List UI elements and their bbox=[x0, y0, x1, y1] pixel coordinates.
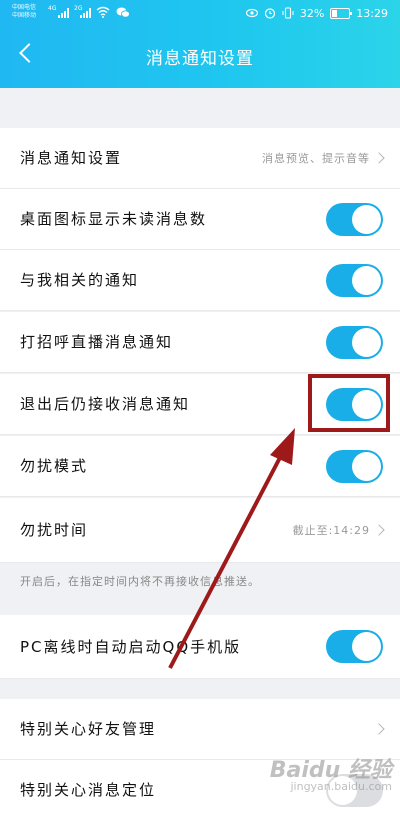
setting-value: 消息预览、提示音等 bbox=[262, 152, 370, 165]
pc-offline-toggle[interactable] bbox=[326, 630, 383, 663]
greeting-live-toggle[interactable] bbox=[326, 326, 383, 359]
setting-label: 特别关心消息定位 bbox=[20, 781, 157, 799]
related-notification-toggle[interactable] bbox=[326, 264, 383, 297]
dnd-note: 开启后，在指定时间内将不再接收信息推送。 bbox=[0, 563, 400, 613]
signal-icon-2 bbox=[80, 8, 91, 18]
carrier-1: 中国电信 bbox=[12, 4, 37, 11]
note-text: 开启后，在指定时间内将不再接收信息推送。 bbox=[20, 575, 260, 588]
status-time: 13:29 bbox=[356, 6, 388, 20]
badge-count-toggle[interactable] bbox=[326, 203, 383, 236]
wifi-icon bbox=[96, 6, 110, 18]
header-bar: 中国电信 中国移动 4G 2G 32% 13:29 消息通知设置 bbox=[0, 0, 400, 88]
setting-row-special-care-friends[interactable]: 特别关心好友管理 bbox=[0, 699, 400, 760]
setting-value: 截止至:14:29 bbox=[292, 524, 370, 537]
setting-label: 打招呼直播消息通知 bbox=[20, 333, 174, 351]
setting-label: PC离线时自动启动QQ手机版 bbox=[20, 638, 242, 656]
status-bar: 中国电信 中国移动 4G 2G 32% 13:29 bbox=[0, 0, 400, 28]
chevron-right-icon bbox=[373, 723, 385, 735]
wechat-icon bbox=[116, 7, 130, 18]
setting-label: 特别关心好友管理 bbox=[20, 720, 157, 738]
page-title: 消息通知设置 bbox=[146, 49, 254, 69]
setting-row-related-notification: 与我相关的通知 bbox=[0, 250, 400, 311]
setting-label: 勿扰时间 bbox=[20, 521, 89, 539]
vibrate-icon bbox=[282, 7, 294, 19]
setting-row-greeting-live: 打招呼直播消息通知 bbox=[0, 312, 400, 373]
toggle-knob bbox=[352, 452, 381, 481]
setting-label: 勿扰模式 bbox=[20, 457, 89, 475]
toggle-knob bbox=[352, 205, 381, 234]
battery-icon bbox=[330, 7, 353, 19]
setting-row-do-not-disturb: 勿扰模式 bbox=[0, 436, 400, 497]
setting-row-dnd-time[interactable]: 勿扰时间 截止至:14:29 bbox=[0, 498, 400, 563]
status-right: 32% 13:29 bbox=[245, 5, 388, 21]
network-type: 4G bbox=[48, 5, 56, 12]
carrier-labels: 中国电信 中国移动 bbox=[12, 4, 36, 20]
signal-icon bbox=[58, 8, 70, 18]
chevron-right-icon bbox=[373, 524, 385, 536]
eye-icon bbox=[245, 8, 258, 18]
setting-row-message-notification[interactable]: 消息通知设置 消息预览、提示音等 bbox=[0, 128, 400, 189]
baidu-watermark: Baidu 经验 jingyan.baidu.com bbox=[270, 752, 392, 793]
setting-row-badge-count: 桌面图标显示未读消息数 bbox=[0, 189, 400, 250]
toggle-knob bbox=[352, 266, 381, 295]
toggle-knob bbox=[352, 328, 381, 357]
setting-label: 与我相关的通知 bbox=[20, 271, 140, 289]
chevron-right-icon bbox=[373, 152, 385, 164]
network-4g: 4G bbox=[48, 5, 57, 12]
alarm-icon bbox=[264, 8, 275, 19]
battery-percent: 32% bbox=[299, 6, 325, 20]
toggle-knob bbox=[352, 632, 381, 661]
highlight-box bbox=[308, 374, 390, 432]
do-not-disturb-toggle[interactable] bbox=[326, 450, 383, 483]
setting-label: 桌面图标显示未读消息数 bbox=[20, 210, 208, 228]
carrier-2: 中国移动 bbox=[12, 12, 37, 19]
setting-label: 消息通知设置 bbox=[20, 149, 123, 167]
setting-row-pc-offline: PC离线时自动启动QQ手机版 bbox=[0, 615, 400, 679]
setting-label: 退出后仍接收消息通知 bbox=[20, 395, 191, 413]
